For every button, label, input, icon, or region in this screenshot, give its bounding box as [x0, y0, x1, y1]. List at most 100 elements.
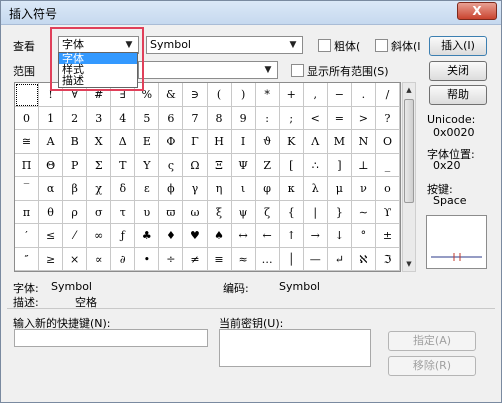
symbol-cell[interactable]: ? [375, 106, 400, 130]
insert-button[interactable]: 插入(I) [429, 36, 487, 56]
dropdown-option-description[interactable]: 描述 [59, 75, 137, 86]
symbol-cell[interactable]: ↔ [231, 224, 256, 248]
symbol-cell[interactable]: Α [39, 130, 64, 154]
symbol-cell[interactable]: Ρ [63, 153, 88, 177]
symbol-cell[interactable]: δ [111, 177, 136, 201]
symbol-cell[interactable]: ≤ [39, 224, 64, 248]
symbol-cell[interactable]: ′ [15, 224, 40, 248]
symbol-cell[interactable]: ↑ [279, 224, 304, 248]
symbol-cell[interactable]: Π [15, 153, 40, 177]
symbol-cell[interactable]: ″ [15, 247, 40, 271]
symbol-cell[interactable]: ; [279, 106, 304, 130]
symbol-cell[interactable]: : [255, 106, 280, 130]
symbol-cell[interactable]: % [135, 83, 160, 107]
symbol-cell[interactable]: — [303, 247, 328, 271]
symbol-cell[interactable]: ω [183, 200, 208, 224]
symbol-cell[interactable]: ≈ [231, 247, 256, 271]
symbol-cell[interactable]: , [303, 83, 328, 107]
symbol-cell[interactable]: Δ [111, 130, 136, 154]
symbol-cell[interactable]: < [303, 106, 328, 130]
symbol-cell[interactable]: Τ [111, 153, 136, 177]
close-button[interactable]: 关闭 [429, 61, 487, 81]
symbol-cell[interactable]: { [279, 200, 304, 224]
scroll-up-icon[interactable]: ▲ [403, 83, 415, 97]
symbol-cell[interactable]: * [255, 83, 280, 107]
symbol-cell[interactable]: ∝ [87, 247, 112, 271]
symbol-cell[interactable]: > [351, 106, 376, 130]
symbol-cell[interactable]: κ [279, 177, 304, 201]
symbol-cell[interactable]: Β [63, 130, 88, 154]
symbol-cell[interactable]: χ [87, 177, 112, 201]
font-combo[interactable]: Symbol ▼ [146, 36, 303, 54]
symbol-cell[interactable]: Ν [351, 130, 376, 154]
symbol-cell[interactable]: ° [351, 224, 376, 248]
symbol-cell[interactable]: ] [327, 153, 352, 177]
symbol-cell[interactable]: Μ [327, 130, 352, 154]
new-shortcut-input[interactable] [14, 329, 208, 347]
symbol-cell[interactable]: ι [231, 177, 256, 201]
range-combo[interactable]: ▼ [138, 61, 278, 79]
symbol-cell[interactable]: 2 [63, 106, 88, 130]
symbol-cell[interactable]: λ [303, 177, 328, 201]
symbol-cell[interactable]: Γ [183, 130, 208, 154]
symbol-cell[interactable]: 3 [87, 106, 112, 130]
symbol-cell[interactable]: & [159, 83, 184, 107]
symbol-cell[interactable]: … [255, 247, 280, 271]
symbol-cell[interactable]: ∂ [111, 247, 136, 271]
symbol-cell[interactable]: [ [279, 153, 304, 177]
symbol-cell[interactable]: ∞ [87, 224, 112, 248]
symbol-cell[interactable]: } [327, 200, 352, 224]
symbol-cell[interactable]: ζ [255, 200, 280, 224]
symbol-cell[interactable]: ↵ [327, 247, 352, 271]
symbol-cell[interactable]: Λ [303, 130, 328, 154]
symbol-cell[interactable]: • [135, 247, 160, 271]
symbol-cell[interactable]: 6 [159, 106, 184, 130]
symbol-cell[interactable]: ♦ [159, 224, 184, 248]
symbol-cell[interactable]: Υ [135, 153, 160, 177]
symbol-cell[interactable]: Κ [279, 130, 304, 154]
symbol-cell[interactable]: μ [327, 177, 352, 201]
symbol-cell[interactable]: + [279, 83, 304, 107]
scroll-down-icon[interactable]: ▼ [403, 257, 415, 271]
symbol-cell[interactable]: ∼ [351, 200, 376, 224]
symbol-cell[interactable]: = [327, 106, 352, 130]
symbol-cell[interactable]: ± [375, 224, 400, 248]
symbol-cell[interactable]: ≡ [207, 247, 232, 271]
symbol-cell[interactable]: Ο [375, 130, 400, 154]
symbol-cell[interactable]: ρ [63, 200, 88, 224]
symbol-cell[interactable]: ς [159, 153, 184, 177]
symbol-cell[interactable]: │ [279, 247, 304, 271]
current-keys-list[interactable] [219, 329, 371, 367]
symbol-cell[interactable]: Ι [231, 130, 256, 154]
scroll-thumb[interactable] [404, 99, 414, 203]
symbol-cell[interactable]: 7 [183, 106, 208, 130]
symbol-cell[interactable]: β [63, 177, 88, 201]
symbol-cell[interactable]: ϖ [159, 200, 184, 224]
symbol-cell[interactable]: Ε [135, 130, 160, 154]
symbol-cell[interactable]: 9 [231, 106, 256, 130]
symbol-cell[interactable]: ν [351, 177, 376, 201]
symbol-cell[interactable]: ⊥ [351, 153, 376, 177]
symbol-cell[interactable]: ƒ [111, 224, 136, 248]
symbol-cell[interactable]: 1 [39, 106, 64, 130]
symbol-cell[interactable]: ε [135, 177, 160, 201]
remove-button[interactable]: 移除(R) [388, 356, 476, 376]
symbol-cell[interactable]: ♣ [135, 224, 160, 248]
symbol-cell[interactable]: ÷ [159, 247, 184, 271]
symbol-cell[interactable] [15, 83, 40, 107]
symbol-cell[interactable]: α [39, 177, 64, 201]
symbol-cell[interactable]: ∋ [183, 83, 208, 107]
symbol-cell[interactable]: π [15, 200, 40, 224]
symbol-cell[interactable]: ≥ [39, 247, 64, 271]
symbol-cell[interactable]: φ [255, 177, 280, 201]
symbol-cell[interactable]: θ [39, 200, 64, 224]
symbol-cell[interactable]: ) [231, 83, 256, 107]
symbol-cell[interactable]: ϕ [159, 177, 184, 201]
symbol-cell[interactable]: ≠ [183, 247, 208, 271]
symbol-cell[interactable]: ο [375, 177, 400, 201]
symbol-cell[interactable]: − [327, 83, 352, 107]
symbol-cell[interactable]: ⁄ [63, 224, 88, 248]
symbol-cell[interactable]: σ [87, 200, 112, 224]
symbol-cell[interactable]: 8 [207, 106, 232, 130]
symbol-cell[interactable]: Η [207, 130, 232, 154]
